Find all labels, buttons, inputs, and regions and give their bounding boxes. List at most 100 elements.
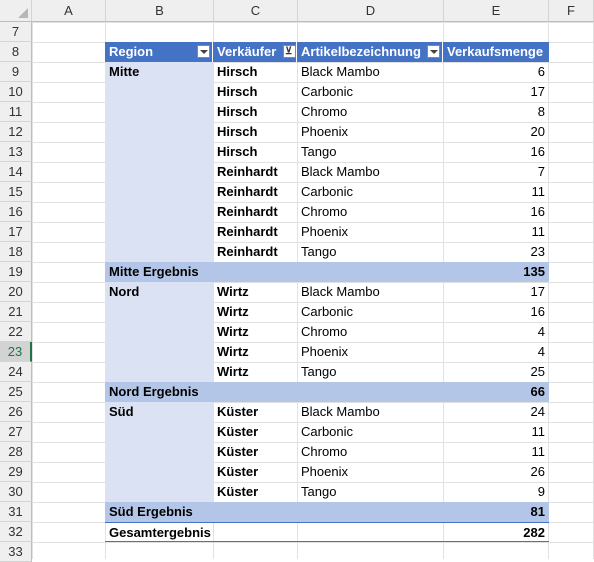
article-cell[interactable]: Black Mambo: [297, 402, 443, 422]
row-header-12[interactable]: 12: [0, 122, 32, 142]
row-header-15[interactable]: 15: [0, 182, 32, 202]
region-cell[interactable]: Nord: [105, 282, 213, 302]
qty-cell[interactable]: 16: [443, 302, 549, 322]
header-region[interactable]: Region: [105, 42, 213, 62]
region-cell[interactable]: [105, 302, 213, 322]
row-header-26[interactable]: 26: [0, 402, 32, 422]
column-header-f[interactable]: F: [549, 0, 594, 22]
row-header-24[interactable]: 24: [0, 362, 32, 382]
column-header-d[interactable]: D: [298, 0, 444, 22]
qty-cell[interactable]: 17: [443, 282, 549, 302]
row-header-16[interactable]: 16: [0, 202, 32, 222]
row-header-31[interactable]: 31: [0, 502, 32, 522]
qty-cell[interactable]: 4: [443, 322, 549, 342]
region-cell[interactable]: [105, 142, 213, 162]
subtotal-value[interactable]: 66: [443, 382, 549, 402]
article-cell[interactable]: Carbonic: [297, 182, 443, 202]
qty-cell[interactable]: 9: [443, 482, 549, 502]
qty-cell[interactable]: 20: [443, 122, 549, 142]
seller-cell[interactable]: Küster: [213, 422, 297, 442]
row-header-14[interactable]: 14: [0, 162, 32, 182]
seller-cell[interactable]: Küster: [213, 462, 297, 482]
qty-cell[interactable]: 8: [443, 102, 549, 122]
region-cell[interactable]: [105, 162, 213, 182]
region-cell[interactable]: [105, 242, 213, 262]
article-cell[interactable]: Phoenix: [297, 462, 443, 482]
seller-cell[interactable]: Hirsch: [213, 82, 297, 102]
seller-cell[interactable]: Wirtz: [213, 282, 297, 302]
row-header-25[interactable]: 25: [0, 382, 32, 402]
region-cell[interactable]: Süd: [105, 402, 213, 422]
seller-cell[interactable]: Hirsch: [213, 142, 297, 162]
qty-cell[interactable]: 24: [443, 402, 549, 422]
header-article[interactable]: Artikelbezeichnung: [297, 42, 443, 62]
seller-cell[interactable]: Reinhardt: [213, 182, 297, 202]
dropdown-arrow-icon[interactable]: [197, 45, 210, 58]
seller-cell[interactable]: Küster: [213, 482, 297, 502]
select-all-corner[interactable]: [0, 0, 32, 22]
row-header-28[interactable]: 28: [0, 442, 32, 462]
article-cell[interactable]: Carbonic: [297, 302, 443, 322]
qty-cell[interactable]: 11: [443, 422, 549, 442]
seller-cell[interactable]: Reinhardt: [213, 242, 297, 262]
column-header-c[interactable]: C: [214, 0, 298, 22]
region-cell[interactable]: [105, 362, 213, 382]
region-cell[interactable]: [105, 422, 213, 442]
qty-cell[interactable]: 11: [443, 442, 549, 462]
subtotal-label[interactable]: Nord Ergebnis: [105, 382, 443, 402]
seller-cell[interactable]: Wirtz: [213, 342, 297, 362]
row-header-33[interactable]: 33: [0, 542, 32, 562]
region-cell[interactable]: [105, 122, 213, 142]
row-header-19[interactable]: 19: [0, 262, 32, 282]
article-cell[interactable]: Carbonic: [297, 82, 443, 102]
qty-cell[interactable]: 16: [443, 142, 549, 162]
column-header-e[interactable]: E: [444, 0, 549, 22]
subtotal-label[interactable]: Süd Ergebnis: [105, 502, 443, 522]
qty-cell[interactable]: 7: [443, 162, 549, 182]
seller-cell[interactable]: Hirsch: [213, 62, 297, 82]
row-header-11[interactable]: 11: [0, 102, 32, 122]
row-header-17[interactable]: 17: [0, 222, 32, 242]
row-header-30[interactable]: 30: [0, 482, 32, 502]
row-header-27[interactable]: 27: [0, 422, 32, 442]
subtotal-value[interactable]: 135: [443, 262, 549, 282]
seller-cell[interactable]: Reinhardt: [213, 202, 297, 222]
article-cell[interactable]: Chromo: [297, 442, 443, 462]
row-header-10[interactable]: 10: [0, 82, 32, 102]
grand-total-label[interactable]: Gesamtergebnis: [105, 523, 443, 543]
row-header-23[interactable]: 23: [0, 342, 32, 362]
qty-cell[interactable]: 26: [443, 462, 549, 482]
seller-cell[interactable]: Küster: [213, 442, 297, 462]
column-header-a[interactable]: A: [32, 0, 106, 22]
seller-cell[interactable]: Reinhardt: [213, 162, 297, 182]
article-cell[interactable]: Tango: [297, 362, 443, 382]
region-cell[interactable]: [105, 222, 213, 242]
qty-cell[interactable]: 25: [443, 362, 549, 382]
region-cell[interactable]: [105, 442, 213, 462]
row-header-29[interactable]: 29: [0, 462, 32, 482]
header-qty[interactable]: Verkaufsmenge: [443, 42, 549, 62]
seller-cell[interactable]: Wirtz: [213, 362, 297, 382]
filter-icon[interactable]: [283, 45, 296, 58]
article-cell[interactable]: Tango: [297, 242, 443, 262]
grand-total-value[interactable]: 282: [443, 523, 549, 543]
article-cell[interactable]: Phoenix: [297, 342, 443, 362]
article-cell[interactable]: Carbonic: [297, 422, 443, 442]
qty-cell[interactable]: 6: [443, 62, 549, 82]
article-cell[interactable]: Chromo: [297, 102, 443, 122]
region-cell[interactable]: [105, 482, 213, 502]
article-cell[interactable]: Black Mambo: [297, 162, 443, 182]
region-cell[interactable]: Mitte: [105, 62, 213, 82]
seller-cell[interactable]: Reinhardt: [213, 222, 297, 242]
region-cell[interactable]: [105, 342, 213, 362]
row-header-9[interactable]: 9: [0, 62, 32, 82]
region-cell[interactable]: [105, 82, 213, 102]
region-cell[interactable]: [105, 322, 213, 342]
article-cell[interactable]: Phoenix: [297, 222, 443, 242]
dropdown-arrow-icon[interactable]: [427, 45, 440, 58]
seller-cell[interactable]: Wirtz: [213, 302, 297, 322]
article-cell[interactable]: Chromo: [297, 322, 443, 342]
row-header-18[interactable]: 18: [0, 242, 32, 262]
qty-cell[interactable]: 23: [443, 242, 549, 262]
row-header-21[interactable]: 21: [0, 302, 32, 322]
